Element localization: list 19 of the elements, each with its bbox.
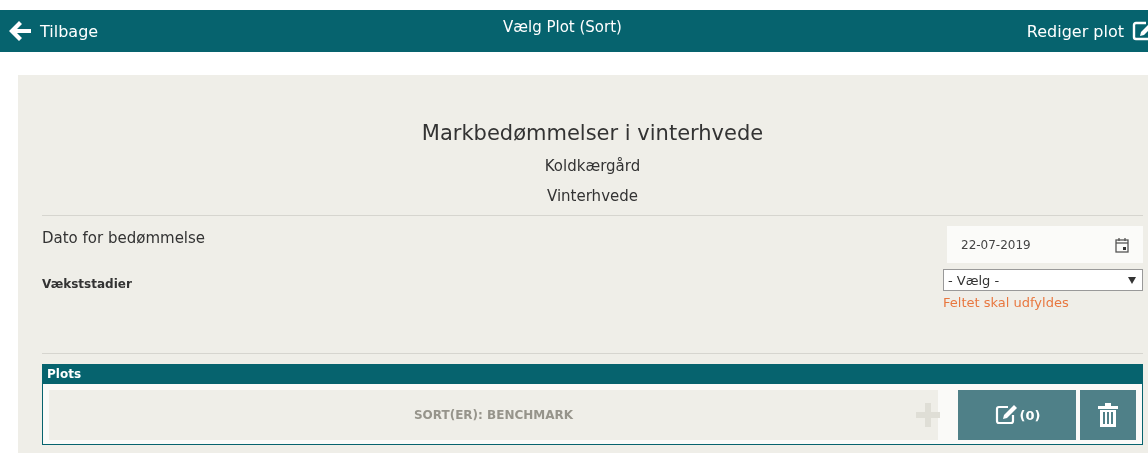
date-field[interactable]: 22-07-2019 — [947, 226, 1143, 263]
crop-name: Vinterhvede — [547, 187, 638, 205]
delete-button[interactable] — [1080, 390, 1136, 440]
error-message: Feltet skal udfyldes — [943, 295, 1070, 310]
edit-icon — [1132, 21, 1148, 41]
date-label: Dato for bedømmelse — [42, 229, 206, 247]
form-title: Markbedømmelser i vinterhvede — [421, 121, 764, 145]
back-arrow-icon — [8, 20, 32, 42]
trash-icon — [1098, 403, 1118, 427]
farm-name: Koldkærgård — [544, 157, 641, 175]
plots-header: Plots — [43, 364, 1142, 384]
edit-plot-link[interactable]: Rediger plot — [1026, 21, 1148, 41]
page-title: Vælg Plot (Sort) — [503, 18, 622, 36]
edit-icon — [993, 404, 1018, 426]
dropdown-caret-icon — [1128, 276, 1136, 284]
growth-stage-dropdown[interactable]: - Vælg - — [943, 269, 1143, 291]
calendar-icon — [1115, 236, 1129, 253]
growth-stage-label: Vækststadier — [42, 277, 132, 293]
back-link[interactable]: Tilbage — [8, 20, 99, 42]
